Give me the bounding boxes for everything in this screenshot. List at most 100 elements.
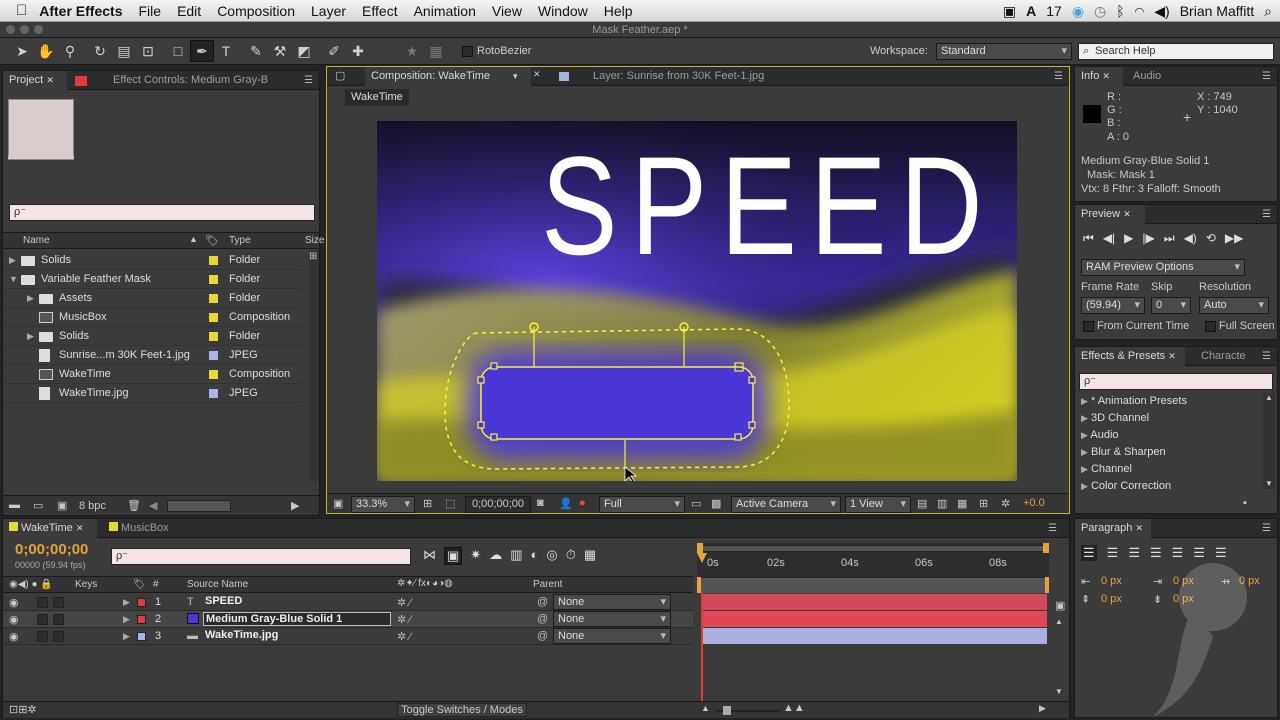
bit-depth-button[interactable]: 8 bpc (79, 500, 106, 512)
scroll-down-icon[interactable]: ▼ (1265, 479, 1273, 488)
disclosure-closed-icon[interactable]: ▶ (27, 331, 34, 342)
label-color-swatch[interactable] (209, 256, 218, 265)
align-left-icon[interactable]: ☰ (1081, 545, 1097, 561)
project-scrollbar[interactable]: ⊞ (309, 251, 319, 481)
pickwhip-icon[interactable]: @ (537, 630, 548, 642)
brush-tool-icon[interactable]: ✎ (244, 40, 268, 62)
transparency-grid-icon[interactable]: ▩ (711, 497, 721, 510)
effects-category[interactable]: ▶ Audio (1081, 427, 1261, 444)
pickwhip-icon[interactable]: @ (537, 596, 548, 608)
composition-mini-flowchart-icon[interactable]: ⋈ (423, 547, 436, 565)
panel-menu-icon[interactable]: ☰ (1262, 209, 1271, 220)
menu-composition[interactable]: Composition (209, 3, 303, 19)
new-folder-icon[interactable]: ▭ (33, 499, 43, 512)
label-color-swatch[interactable] (209, 370, 218, 379)
scroll-right-icon[interactable]: ▶ (1039, 703, 1046, 714)
layer-disclosure-icon[interactable]: ▶ (123, 631, 130, 642)
adobe-updates-icon[interactable]: A (1026, 3, 1036, 19)
work-area-end[interactable] (1043, 543, 1049, 553)
menu-effect[interactable]: Effect (354, 3, 406, 19)
disclosure-closed-icon[interactable]: ▶ (1081, 481, 1088, 491)
menu-window[interactable]: Window (530, 3, 596, 19)
layer-row[interactable]: ◉ ▶ 2 Medium Gray-Blue Solid 1 ✲ ⁄ @ None (3, 611, 693, 628)
parent-select[interactable]: None (553, 611, 671, 627)
comp-dropdown-icon[interactable]: ▾ (513, 67, 518, 86)
project-item[interactable]: ▼ Variable Feather Mask Folder (3, 270, 303, 289)
clone-stamp-tool-icon[interactable]: ⚒ (268, 40, 292, 62)
layer-source-name[interactable]: WakeTime.jpg (203, 629, 280, 641)
spotlight-search-icon[interactable]: ⌕ (1264, 3, 1272, 20)
disclosure-closed-icon[interactable]: ▶ (9, 255, 16, 266)
work-area-bar[interactable] (697, 545, 1049, 552)
project-item[interactable]: ▶ Solids Folder (3, 251, 303, 270)
layer-switches-icons[interactable]: ✲ ⁄ (397, 613, 411, 626)
toggle-switches-modes-button[interactable]: Toggle Switches / Modes (397, 703, 527, 717)
camera-view-select[interactable]: Active Camera (731, 496, 841, 513)
disclosure-closed-icon[interactable]: ▶ (1081, 447, 1088, 457)
disclosure-closed-icon[interactable]: ▶ (27, 293, 34, 304)
layer-label-swatch[interactable] (137, 615, 146, 624)
in-marker[interactable] (697, 577, 701, 593)
sort-ascending-icon[interactable]: ▲ (189, 234, 198, 244)
space-before-value[interactable]: 0 px (1101, 593, 1122, 605)
pen-tool-icon[interactable]: ✒ (190, 40, 214, 62)
scroll-up-icon[interactable]: ▲ (1265, 393, 1273, 402)
frame-blending-icon[interactable]: ▥ (510, 547, 522, 565)
video-eye-icon[interactable]: ◉ (9, 596, 19, 609)
hand-tool-icon[interactable]: ✋ (34, 40, 58, 62)
solo-switch[interactable] (37, 597, 48, 608)
new-preset-icon[interactable]: ▪ (1243, 497, 1247, 509)
tab-audio[interactable]: Audio (1127, 67, 1167, 86)
panel-menu-icon[interactable]: ☰ (1262, 523, 1271, 534)
zoom-out-icon[interactable]: ▲ (701, 703, 710, 713)
rectangle-tool-icon[interactable]: □ (166, 40, 190, 62)
tab-effects-presets[interactable]: Effects & Presets ✕ (1075, 347, 1185, 366)
panel-menu-icon[interactable]: ☰ (1262, 351, 1271, 362)
apple-menu-icon[interactable]:  (0, 2, 35, 19)
ram-preview-icon[interactable]: ▶▶ (1225, 231, 1243, 246)
align-center-icon[interactable]: ☰ (1107, 545, 1119, 561)
layer-disclosure-icon[interactable]: ▶ (123, 614, 130, 625)
next-frame-icon[interactable]: |▶ (1142, 231, 1154, 246)
auto-keyframe-icon[interactable]: ⏱ (566, 547, 576, 565)
layer-row[interactable]: ◉ ▶ 1 T SPEED ✲ ⁄ @ None (3, 594, 693, 611)
layer-duration-bar[interactable] (703, 594, 1047, 610)
camera-tool-icon[interactable]: ▤ (112, 40, 136, 62)
menu-file[interactable]: File (131, 3, 170, 19)
disclosure-closed-icon[interactable]: ▶ (1081, 413, 1088, 423)
zoom-tool-icon[interactable]: ⚲ (58, 40, 82, 62)
panel-menu-icon[interactable]: ☰ (304, 75, 313, 86)
scroll-right-icon[interactable]: ▶ (291, 499, 299, 512)
scroll-down-icon[interactable]: ▼ (1055, 687, 1063, 696)
tab-preview[interactable]: Preview ✕ (1075, 205, 1145, 224)
label-color-swatch[interactable] (209, 313, 218, 322)
zoom-slider-handle[interactable] (723, 706, 731, 715)
region-of-interest-icon[interactable]: ⬚ (445, 497, 455, 510)
from-current-time-checkbox[interactable] (1083, 321, 1094, 332)
magnification-select[interactable]: 33.3% (351, 496, 415, 513)
column-type[interactable]: Type (229, 235, 251, 246)
workspace-select[interactable]: Standard (936, 43, 1072, 60)
effects-category[interactable]: ▶ Color Correction (1081, 478, 1261, 495)
new-composition-icon[interactable]: ▣ (57, 499, 67, 512)
project-item[interactable]: ▶ Assets Folder (3, 289, 303, 308)
tab-character[interactable]: Characte (1195, 347, 1259, 366)
effects-category[interactable]: ▶ Channel (1081, 461, 1261, 478)
work-area-start[interactable] (697, 543, 703, 553)
volume-icon[interactable]: ◀) (1154, 3, 1169, 20)
layer-disclosure-icon[interactable]: ▶ (123, 597, 130, 608)
video-eye-icon[interactable]: ◉ (9, 630, 19, 643)
speed-title-text[interactable]: SPEED (541, 131, 996, 281)
project-item[interactable]: Sunrise...m 30K Feet-1.jpg JPEG (3, 346, 303, 365)
horizontal-scroll-thumb[interactable] (167, 500, 231, 512)
label-column-icon[interactable]: 🏷 (205, 234, 219, 247)
play-icon[interactable]: ▶ (1124, 231, 1133, 246)
parent-select[interactable]: None (553, 628, 671, 644)
menu-edit[interactable]: Edit (169, 3, 209, 19)
menu-view[interactable]: View (484, 3, 530, 19)
skip-select[interactable]: 0 (1151, 297, 1191, 314)
wifi-icon[interactable]: ◠ (1135, 5, 1145, 18)
layer-duration-bar[interactable] (703, 611, 1047, 627)
timeline-current-time[interactable]: 0;00;00;00 (15, 541, 88, 558)
playhead-handle[interactable] (697, 553, 707, 563)
